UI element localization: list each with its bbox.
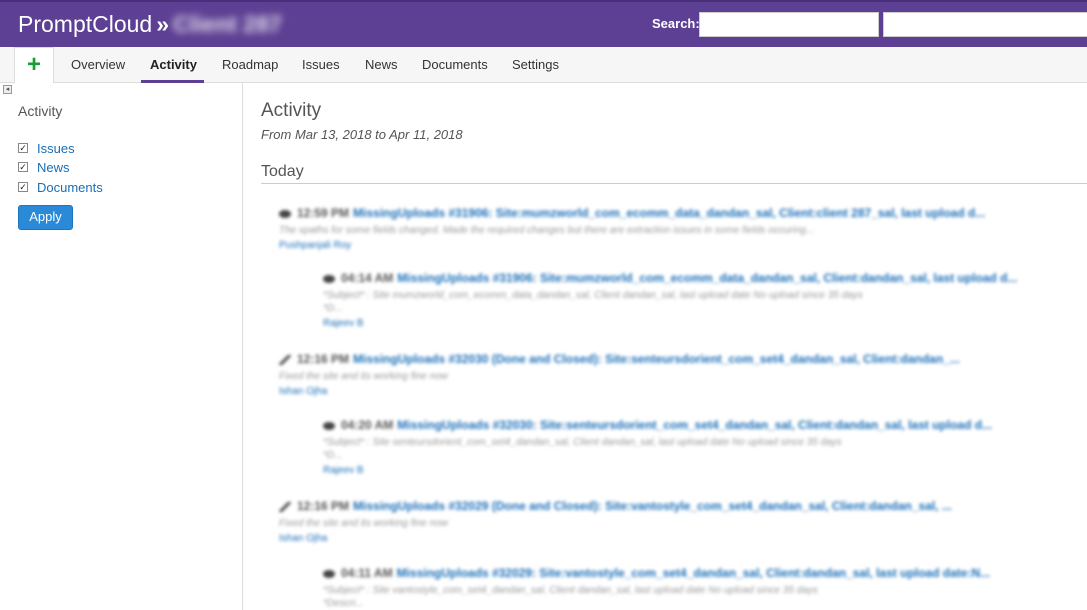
entry-time: 04:20 AM — [341, 418, 394, 432]
entry-author-link[interactable]: Rajeev B — [323, 465, 992, 476]
tab-activity[interactable]: Activity — [150, 57, 197, 72]
entry-title-link[interactable]: MissingUploads #32029 (Done and Closed):… — [353, 499, 952, 513]
day-heading: Today — [261, 163, 304, 180]
new-object-plus-icon[interactable]: + — [14, 47, 54, 84]
comment-icon — [279, 209, 291, 218]
activity-entry: 12:16 PM MissingUploads #32030 (Done and … — [279, 351, 960, 397]
checkbox-issues[interactable]: ✓ — [18, 143, 28, 153]
activity-entry: 04:11 AM MissingUploads #32029: Site:vant… — [323, 565, 990, 609]
entry-title-link[interactable]: MissingUploads #32030 (Done and Closed):… — [353, 352, 960, 366]
top-header: PromptCloud» Client 287 Search: — [0, 0, 1087, 47]
edit-icon — [279, 354, 291, 365]
entry-time: 04:11 AM — [341, 566, 393, 580]
main-content: Activity From Mar 13, 2018 to Apr 11, 20… — [243, 83, 1087, 610]
entry-title-link[interactable]: MissingUploads #32029: Site:vantostyle_c… — [397, 566, 991, 580]
edit-icon — [279, 501, 291, 512]
comment-icon — [323, 421, 335, 430]
checkbox-news[interactable]: ✓ — [18, 162, 28, 172]
tab-documents[interactable]: Documents — [422, 57, 488, 72]
entry-description: The xpaths for some fields changed. Made… — [279, 225, 815, 236]
search-input[interactable] — [699, 12, 879, 37]
entry-title-link[interactable]: MissingUploads #32030: Site:senteursdori… — [397, 418, 992, 432]
entry-author-link[interactable]: Ishan Ojha — [279, 386, 960, 397]
tab-settings[interactable]: Settings — [512, 57, 559, 72]
comment-icon — [323, 569, 335, 578]
tab-roadmap[interactable]: Roadmap — [222, 57, 278, 72]
entry-time: 12:59 PM — [297, 206, 350, 220]
apply-button[interactable]: Apply — [18, 205, 73, 230]
breadcrumb-separator: » — [156, 11, 170, 37]
search-label: Search: — [652, 16, 700, 31]
entry-description: Fixed the site and its working fine now — [279, 371, 448, 382]
sidebar: ◂ Activity ✓ Issues ✓ News ✓ Documents A… — [0, 83, 243, 610]
activity-entry: 04:14 AM MissingUploads #31906: Site:mumz… — [323, 270, 1017, 329]
sidebar-heading: Activity — [18, 103, 63, 119]
divider — [261, 183, 1087, 184]
filter-option-issues[interactable]: ✓ Issues — [18, 140, 75, 156]
main-menu: + Overview Activity Roadmap Issues News … — [0, 47, 1087, 84]
entry-description-more: *D... — [323, 303, 343, 314]
activity-entry: 04:20 AM MissingUploads #32030: Site:sent… — [323, 417, 992, 476]
tab-news[interactable]: News — [365, 57, 398, 72]
entry-description-more: *D... — [323, 450, 343, 461]
filter-label-documents[interactable]: Documents — [37, 180, 103, 195]
project-jump-select[interactable] — [883, 12, 1087, 37]
checkbox-documents[interactable]: ✓ — [18, 182, 28, 192]
entry-time: 04:14 AM — [341, 271, 394, 285]
collapse-sidebar-icon[interactable]: ◂ — [3, 85, 12, 94]
filter-option-news[interactable]: ✓ News — [18, 159, 70, 175]
entry-time: 12:16 PM — [297, 352, 350, 366]
date-range: From Mar 13, 2018 to Apr 11, 2018 — [261, 127, 463, 142]
filter-label-issues[interactable]: Issues — [37, 141, 75, 156]
entry-description: Fixed the site and its working fine now — [279, 518, 448, 529]
entry-time: 12:16 PM — [297, 499, 350, 513]
entry-author-link[interactable]: Ishan Ojha — [279, 533, 952, 544]
activity-entry: 12:16 PM MissingUploads #32029 (Done and … — [279, 498, 952, 544]
filter-option-documents[interactable]: ✓ Documents — [18, 179, 103, 195]
activity-entry: 12:59 PM MissingUploads #31906: Site:mumz… — [279, 205, 985, 251]
tab-issues[interactable]: Issues — [302, 57, 340, 72]
filter-label-news[interactable]: News — [37, 160, 70, 175]
entry-title-link[interactable]: MissingUploads #31906: Site:mumzworld_co… — [353, 206, 985, 220]
entry-description: *Subject* : Site vantostyle_com_set4_dan… — [323, 585, 818, 596]
tab-overview[interactable]: Overview — [71, 57, 125, 72]
comment-icon — [323, 274, 335, 283]
entry-description-more: *Descri... — [323, 598, 364, 609]
entry-description: *Subject* : Site senteursdorient_com_set… — [323, 437, 842, 448]
entry-title-link[interactable]: MissingUploads #31906: Site:mumzworld_co… — [397, 271, 1017, 285]
entry-author-link[interactable]: Pushpanjali Roy — [279, 240, 985, 251]
project-name[interactable]: Client 287 — [173, 11, 282, 37]
entry-author-link[interactable]: Rajeev B — [323, 318, 1017, 329]
entry-description: *Subject* : Site mumzworld_com_ecomm_dat… — [323, 290, 863, 301]
app-name[interactable]: PromptCloud — [18, 11, 152, 37]
page-title: Activity — [261, 100, 322, 121]
app-title[interactable]: PromptCloud» Client 287 — [18, 11, 282, 38]
